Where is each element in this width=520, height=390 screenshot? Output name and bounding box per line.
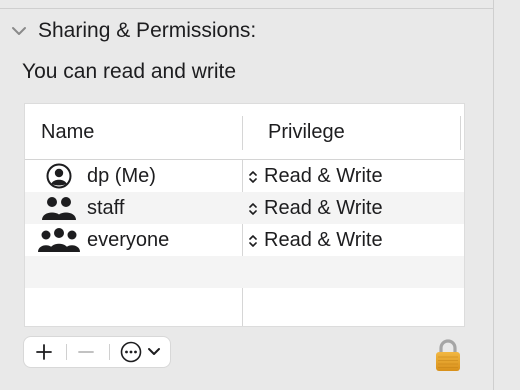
up-down-chevron-icon bbox=[247, 199, 259, 219]
right-divider bbox=[493, 0, 494, 390]
column-header-privilege[interactable]: Privilege bbox=[268, 121, 345, 144]
privilege-popup[interactable]: Read & Write bbox=[247, 229, 383, 252]
sharing-permissions-header: Sharing & Permissions: bbox=[10, 16, 256, 46]
chevron-down-icon bbox=[147, 348, 160, 355]
column-divider[interactable] bbox=[242, 116, 243, 150]
up-down-chevron-icon bbox=[247, 167, 259, 187]
row-name: everyone bbox=[87, 229, 170, 251]
plus-icon bbox=[36, 344, 52, 360]
everyone-icon bbox=[37, 227, 81, 253]
empty-row bbox=[25, 288, 464, 320]
table-header: Name Privilege bbox=[25, 104, 464, 159]
remove-button[interactable] bbox=[70, 337, 102, 367]
empty-row bbox=[25, 256, 464, 288]
row-name: dp (Me) bbox=[87, 165, 156, 187]
add-button[interactable] bbox=[28, 337, 60, 367]
privilege-value: Read & Write bbox=[264, 229, 383, 251]
table-rows: dp (Me) Read & Write staff Read & Write … bbox=[25, 160, 464, 320]
permissions-table: Name Privilege dp (Me) Read & Write staf… bbox=[24, 103, 465, 327]
up-down-chevron-icon bbox=[247, 231, 259, 251]
table-row[interactable]: staff Read & Write bbox=[25, 192, 464, 224]
user-circle-icon bbox=[37, 163, 81, 189]
section-title: Sharing & Permissions: bbox=[38, 19, 257, 42]
permissions-toolbar bbox=[24, 337, 170, 367]
group-icon bbox=[37, 195, 81, 221]
action-menu-button[interactable] bbox=[114, 337, 166, 367]
column-header-name[interactable]: Name bbox=[41, 121, 94, 144]
table-row[interactable]: everyone Read & Write bbox=[25, 224, 464, 256]
ellipsis-circle-icon bbox=[120, 341, 141, 363]
privilege-value: Read & Write bbox=[264, 165, 383, 187]
lock-icon[interactable] bbox=[433, 339, 463, 372]
table-row[interactable]: dp (Me) Read & Write bbox=[25, 160, 464, 192]
toolbar-divider bbox=[66, 344, 67, 360]
row-name: staff bbox=[87, 197, 125, 219]
chevron-down-icon[interactable] bbox=[10, 22, 28, 40]
column-divider[interactable] bbox=[460, 116, 461, 150]
toolbar-divider bbox=[109, 344, 110, 360]
top-divider bbox=[0, 8, 494, 9]
minus-icon bbox=[78, 351, 94, 353]
privilege-value: Read & Write bbox=[264, 197, 383, 219]
access-summary: You can read and write bbox=[22, 60, 237, 83]
privilege-popup[interactable]: Read & Write bbox=[247, 165, 383, 188]
privilege-popup[interactable]: Read & Write bbox=[247, 197, 383, 220]
